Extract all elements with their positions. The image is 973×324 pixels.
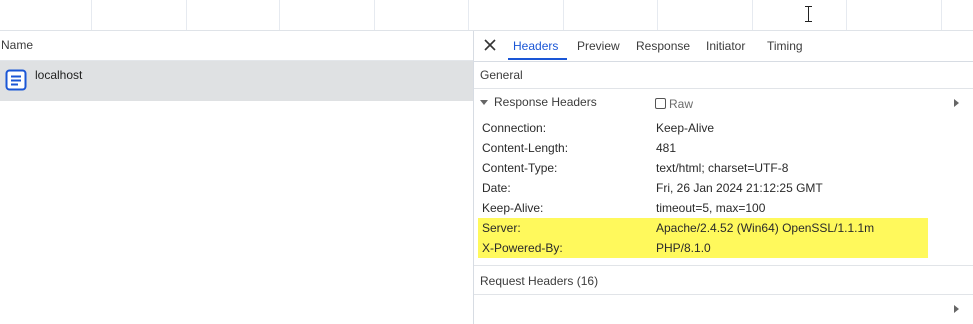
header-row-keep-alive: Keep-Alive: timeout=5, max=100 [478,198,928,218]
raw-toggle[interactable]: Raw [655,97,693,111]
network-timeline[interactable] [0,0,973,31]
header-name: X-Powered-By: [482,241,563,255]
header-name: Connection: [482,121,547,135]
request-headers-section: Request Headers (16) [474,266,973,313]
response-headers-section: Response Headers Raw Connection: Keep-Al… [474,89,973,266]
collapse-triangle-icon [480,100,488,105]
timeline-gridline [468,0,469,30]
header-name: Server: [482,221,521,235]
general-section-toggle[interactable]: General [480,68,959,107]
timeline-gridline [563,0,564,30]
timeline-gridline [186,0,187,30]
expand-triangle-icon [954,305,959,313]
header-row-content-type: Content-Type: text/html; charset=UTF-8 [478,158,928,178]
response-headers-label: Response Headers [494,95,597,109]
tab-preview[interactable]: Preview [577,39,620,53]
request-headers-toggle[interactable]: Request Headers (16) [480,274,959,313]
tab-headers[interactable]: Headers [513,39,558,53]
close-icon[interactable] [483,38,497,52]
header-value: PHP/8.1.0 [656,241,711,255]
timeline-gridline [752,0,753,30]
header-name: Keep-Alive: [482,201,544,215]
general-section: General [474,62,973,107]
header-value: 481 [656,141,677,155]
request-headers-label: Request Headers (16) [480,274,599,288]
timeline-gridline [846,0,847,30]
active-tab-indicator [508,58,567,60]
header-row-date: Date: Fri, 26 Jan 2024 21:12:25 GMT [478,178,928,198]
request-list-pane: Name localhost [0,31,474,324]
header-value: timeout=5, max=100 [656,201,766,215]
tab-response[interactable]: Response [636,39,690,53]
request-details-pane: Headers Preview Response Initiator Timin… [474,31,973,324]
request-row-localhost[interactable]: localhost [0,61,473,101]
header-row-x-powered-by-highlighted: X-Powered-By: PHP/8.1.0 [478,238,928,258]
raw-label: Raw [669,97,694,111]
document-icon [5,69,27,91]
header-name: Content-Length: [482,141,569,155]
header-value: Keep-Alive [656,121,715,135]
header-value: Fri, 26 Jan 2024 21:12:25 GMT [656,181,823,195]
header-name: Date: [482,181,511,195]
timeline-gridline [657,0,658,30]
request-name: localhost [35,68,83,82]
response-headers-toggle[interactable]: Response Headers [480,95,597,109]
header-row-connection: Connection: Keep-Alive [478,118,928,138]
raw-checkbox[interactable] [655,98,666,109]
header-value: text/html; charset=UTF-8 [656,161,789,175]
header-row-content-length: Content-Length: 481 [478,138,928,158]
name-column-header[interactable]: Name [0,31,473,61]
tab-initiator[interactable]: Initiator [706,39,745,53]
details-tabbar: Headers Preview Response Initiator Timin… [474,31,973,62]
tab-timing[interactable]: Timing [767,39,803,53]
timeline-gridline [91,0,92,30]
general-label: General [480,68,523,82]
timeline-gridline [279,0,280,30]
text-cursor-icon [805,6,812,22]
timeline-gridline [374,0,375,30]
timeline-gridline [941,0,942,30]
header-name: Content-Type: [482,161,558,175]
header-row-server-highlighted: Server: Apache/2.4.52 (Win64) OpenSSL/1.… [478,218,928,255]
